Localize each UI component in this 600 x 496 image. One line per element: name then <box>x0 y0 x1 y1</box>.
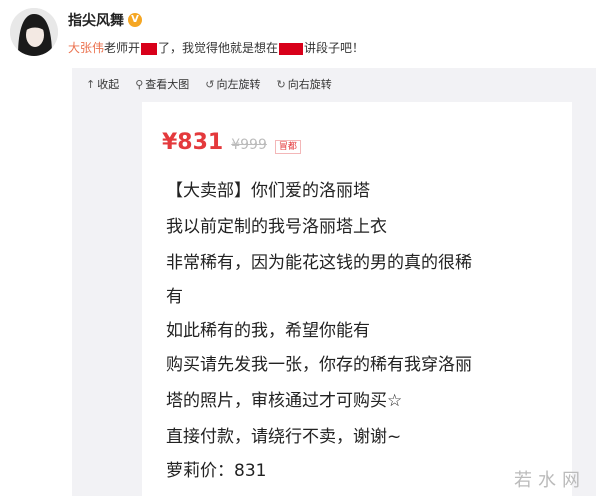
verified-v-icon: V <box>128 13 142 27</box>
rotate-right-icon: ↻ <box>276 77 286 91</box>
watermark: 若水网 <box>514 470 586 491</box>
price-original: ¥999 <box>231 137 267 153</box>
collapse-button[interactable]: ↑ 收起 <box>86 76 119 92</box>
post-text: 大张伟老师开 了，我觉得他就是想在 讲段子吧！ <box>68 39 364 56</box>
post-text-part-a: 老师开 <box>104 41 141 55</box>
view-large-button[interactable]: ⚲ 查看大图 <box>135 76 189 92</box>
avatar-image <box>10 8 58 56</box>
redaction-mark <box>279 42 304 55</box>
image-toolbar: ↑ 收起 ⚲ 查看大图 ↺ 向左旋转 ↻ 向右旋转 <box>86 76 332 92</box>
price-row: ¥831 ¥999 冒都 <box>162 130 301 155</box>
magnifier-icon: ⚲ <box>135 77 144 91</box>
mention-link[interactable]: 大张伟 <box>68 41 104 55</box>
rotate-left-button[interactable]: ↺ 向左旋转 <box>205 76 260 92</box>
listing-line: 直接付款，请绕行不卖，谢谢~ <box>166 427 402 447</box>
username-text[interactable]: 指尖风舞 <box>68 10 124 30</box>
avatar[interactable] <box>10 8 58 56</box>
listing-line: 我以前定制的我号洛丽塔上衣 <box>166 217 387 237</box>
view-large-label: 查看大图 <box>145 78 190 91</box>
post-text-part-c: 讲段子吧！ <box>304 41 365 55</box>
listing-line: 【大卖部】你们爱的洛丽塔 <box>166 181 370 201</box>
rotate-left-icon: ↺ <box>205 77 215 91</box>
rotate-left-label: 向左旋转 <box>216 78 261 91</box>
listing-line: 如此稀有的我，希望你能有 <box>166 321 370 341</box>
price-tag: 冒都 <box>274 140 301 154</box>
rotate-right-label: 向右旋转 <box>287 78 332 91</box>
listing-line: 萝莉价：831 <box>166 461 267 481</box>
listing-line: 有 <box>166 287 183 307</box>
rotate-right-button[interactable]: ↻ 向右旋转 <box>277 76 332 92</box>
collapse-label: 收起 <box>97 78 120 91</box>
listing-line: 非常稀有，因为能花这钱的男的真的很稀 <box>166 253 472 273</box>
post-text-part-b: 了，我觉得他就是想在 <box>158 41 279 55</box>
listing-line: 购买请先发我一张，你存的稀有我穿洛丽 <box>166 355 472 375</box>
price-current: ¥831 <box>162 130 224 155</box>
redaction-mark <box>141 42 158 55</box>
up-arrow-icon: ↑ <box>86 77 96 91</box>
username[interactable]: 指尖风舞 V <box>68 10 142 30</box>
listing-line: 塔的照片，审核通过才可购买☆ <box>166 391 403 411</box>
